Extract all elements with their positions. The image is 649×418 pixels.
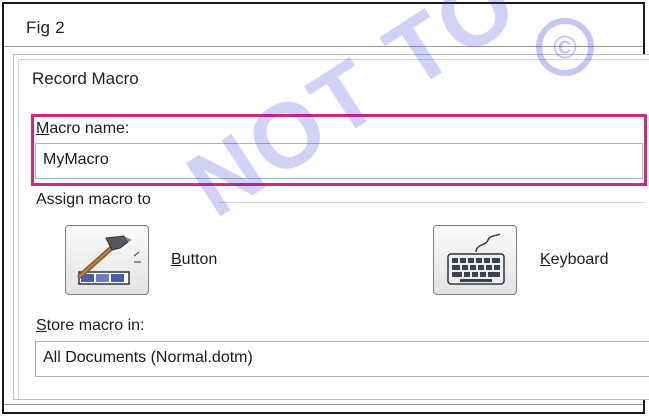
macro-name-input[interactable]: MyMacro (35, 143, 643, 179)
keyboard-label-text: eyboard (550, 251, 609, 268)
dialog-title: Record Macro (32, 69, 139, 88)
store-macro-in-value: All Documents (Normal.dotm) (43, 349, 253, 366)
keyboard-option-label[interactable]: Keyboard (540, 251, 609, 269)
macro-name-access-key: M (36, 120, 50, 137)
figure-bottom-divider (4, 404, 643, 405)
button-label-text: utton (181, 251, 218, 268)
record-macro-dialog: Record Macro Macro name: MyMacro Assign … (13, 54, 649, 400)
macro-name-value: MyMacro (43, 151, 109, 168)
assign-group-divider (219, 202, 644, 203)
button-access-key: B (171, 251, 182, 268)
macro-name-label: Macro name: (36, 120, 129, 138)
store-macro-in-label: Store macro in: (36, 317, 144, 335)
store-macro-in-dropdown[interactable]: All Documents (Normal.dotm) (35, 341, 649, 377)
assign-macro-group-label: Assign macro to (36, 191, 151, 208)
hammer-toolbar-icon (77, 235, 141, 285)
macro-name-label-text: acro name: (49, 120, 130, 137)
assign-to-button-option[interactable] (65, 225, 149, 295)
figure-caption: Fig 2 (26, 18, 65, 37)
keyboard-access-key: K (540, 251, 551, 268)
caption-divider (4, 46, 643, 47)
button-option-label[interactable]: Button (171, 251, 217, 269)
assign-to-keyboard-option[interactable] (433, 225, 517, 295)
store-label-text: tore macro in: (46, 317, 145, 334)
store-access-key: S (36, 317, 47, 334)
keyboard-icon (447, 233, 505, 285)
